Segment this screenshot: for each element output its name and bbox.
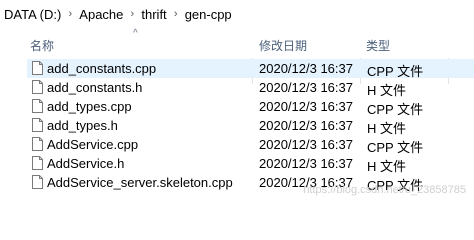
file-date: 2020/12/3 16:37	[259, 156, 353, 171]
chevron-right-icon[interactable]: ›	[125, 8, 139, 20]
file-name: add_constants.cpp	[47, 61, 157, 76]
chevron-right-icon[interactable]: ›	[63, 8, 77, 20]
breadcrumb-item-apache[interactable]: Apache	[77, 7, 125, 22]
file-name: AddService_server.skeleton.cpp	[47, 175, 233, 190]
file-date: 2020/12/3 16:37	[259, 80, 353, 95]
file-icon	[32, 118, 43, 132]
file-name: AddService.h	[47, 156, 125, 171]
file-name: add_types.h	[47, 118, 118, 133]
chevron-right-icon[interactable]: ›	[169, 8, 183, 20]
watermark-text: https://blog.csdn.net/u_23858785	[303, 184, 466, 196]
file-date: 2020/12/3 16:37	[259, 137, 353, 152]
file-name: AddService.cpp	[47, 137, 139, 152]
file-name: add_constants.h	[47, 80, 143, 95]
file-date: 2020/12/3 16:37	[259, 99, 353, 114]
file-name: add_types.cpp	[47, 99, 132, 114]
file-row[interactable]: add_constants.cpp 2020/12/3 16:37 CPP 文件	[27, 59, 474, 79]
file-icon	[32, 137, 43, 151]
breadcrumb-item-data-drive[interactable]: DATA (D:)	[0, 7, 63, 22]
file-row[interactable]: add_types.h 2020/12/3 16:37 H 文件	[0, 116, 474, 136]
file-row[interactable]: add_types.cpp 2020/12/3 16:37 CPP 文件	[0, 97, 474, 117]
breadcrumb-item-gen-cpp[interactable]: gen-cpp	[183, 7, 234, 22]
column-header-name[interactable]: 名称	[30, 37, 54, 54]
breadcrumb: DATA (D:) › Apache › thrift › gen-cpp	[0, 0, 474, 28]
file-date: 2020/12/3 16:37	[259, 118, 353, 133]
column-header-date[interactable]: 修改日期	[259, 37, 307, 54]
file-icon	[32, 99, 43, 113]
file-row[interactable]: AddService.cpp 2020/12/3 16:37 CPP 文件	[0, 135, 474, 155]
breadcrumb-item-thrift[interactable]: thrift	[139, 7, 168, 22]
file-list: add_constants.cpp 2020/12/3 16:37 CPP 文件…	[0, 59, 474, 193]
file-icon	[32, 80, 43, 94]
file-icon	[32, 156, 43, 170]
file-date: 2020/12/3 16:37	[259, 61, 353, 76]
file-icon	[32, 61, 43, 75]
file-icon	[32, 175, 43, 189]
sort-up-icon: ^	[133, 28, 138, 39]
file-row[interactable]: AddService.h 2020/12/3 16:37 H 文件	[0, 154, 474, 174]
column-header-row: ^ 名称 修改日期 类型	[0, 28, 474, 84]
column-header-type[interactable]: 类型	[366, 37, 390, 54]
file-row[interactable]: add_constants.h 2020/12/3 16:37 H 文件	[0, 78, 474, 98]
